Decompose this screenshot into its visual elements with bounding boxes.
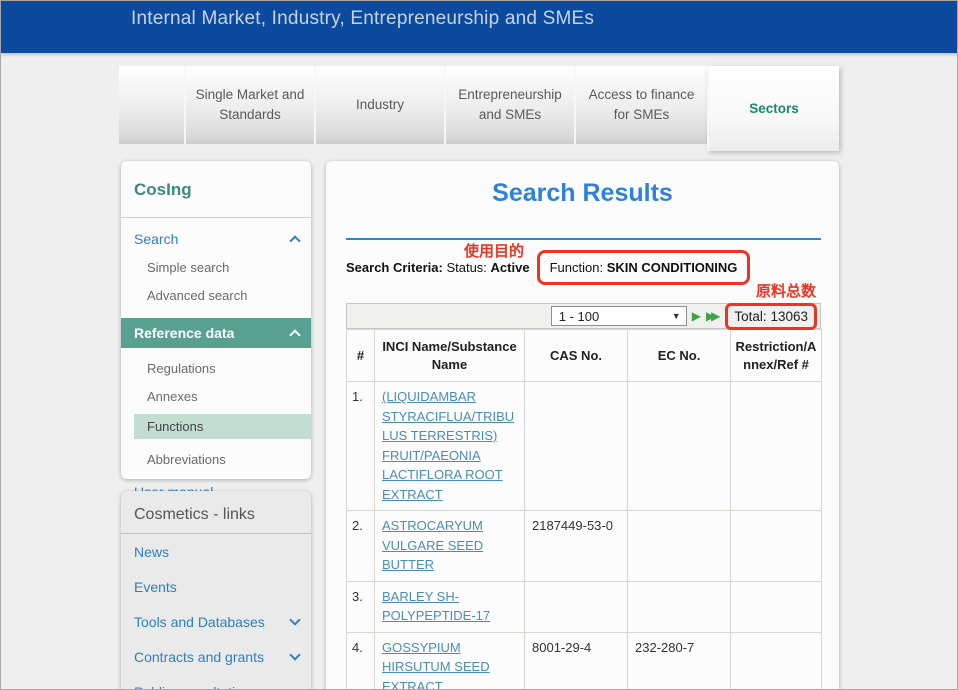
row-number: 4. xyxy=(347,632,375,690)
annotation-box-function: Function: SKIN CONDITIONING xyxy=(537,250,751,285)
ec-number xyxy=(628,511,731,582)
table-row: 4. GOSSYPIUM HIRSUTUM SEED EXTRACT 8001-… xyxy=(347,632,822,690)
col-header-number: # xyxy=(347,330,375,382)
restriction-value xyxy=(731,632,822,690)
chevron-down-icon xyxy=(289,649,300,660)
table-row: 3. BARLEY SH-POLYPEPTIDE-17 xyxy=(347,581,822,632)
tab-access-finance[interactable]: Access to finance for SMEs xyxy=(574,66,707,144)
page-title: Search Results xyxy=(326,179,839,208)
restriction-value xyxy=(731,511,822,582)
sidebar-item-regulations[interactable]: Regulations xyxy=(121,361,311,376)
links-panel-title: Cosmetics - links xyxy=(134,506,299,524)
tab-entrepreneurship[interactable]: Entrepreneurship and SMEs xyxy=(444,66,574,144)
table-row: 1. (LIQUIDAMBAR STYRACIFLUA/TRIBULUS TER… xyxy=(347,382,822,511)
tab-blank[interactable] xyxy=(119,66,184,144)
ec-number: 232-280-7 xyxy=(628,632,731,690)
site-title: Internal Market, Industry, Entrepreneurs… xyxy=(131,8,594,30)
page-range-select[interactable]: 1 - 100 ▼ xyxy=(551,306,687,326)
link-tools-databases[interactable]: Tools and Databases xyxy=(121,604,311,639)
ingredient-link[interactable]: (LIQUIDAMBAR STYRACIFLUA/TRIBULUS TERRES… xyxy=(382,389,514,502)
col-header-inci-name: INCI Name/Substance Name xyxy=(375,330,525,382)
cas-number xyxy=(525,581,628,632)
ingredient-link[interactable]: BARLEY SH-POLYPEPTIDE-17 xyxy=(382,589,490,624)
sidebar-item-abbreviations[interactable]: Abbreviations xyxy=(121,452,311,467)
select-caret-icon: ▼ xyxy=(672,311,681,321)
main-nav-tabs: Single Market and Standards Industry Ent… xyxy=(119,66,839,151)
annotation-box-total: Total: 13063 xyxy=(725,303,817,330)
ec-number xyxy=(628,382,731,511)
chevron-up-icon xyxy=(289,329,300,340)
col-header-cas: CAS No. xyxy=(525,330,628,382)
sidebar-item-advanced-search[interactable]: Advanced search xyxy=(121,288,311,303)
ec-number xyxy=(628,581,731,632)
sidebar-section-search[interactable]: Search xyxy=(134,231,299,247)
ingredient-link[interactable]: GOSSYPIUM HIRSUTUM SEED EXTRACT xyxy=(382,640,490,690)
next-page-icon[interactable]: ▶ xyxy=(692,310,701,322)
cas-number: 8001-29-4 xyxy=(525,632,628,690)
table-row: 2. ASTROCARYUM VULGARE SEED BUTTER 21874… xyxy=(347,511,822,582)
sidebar-section-reference-data[interactable]: Reference data xyxy=(121,318,311,348)
tab-sectors[interactable]: Sectors xyxy=(707,66,839,151)
cosmetics-links-panel: Cosmetics - links News Events Tools and … xyxy=(121,491,311,690)
cosing-search-results-page: Internal Market, Industry, Entrepreneurs… xyxy=(0,0,958,690)
function-label: Function: xyxy=(550,260,603,275)
title-divider xyxy=(346,238,821,240)
link-events[interactable]: Events xyxy=(121,569,311,604)
sidebar-title: CosIng xyxy=(134,180,311,200)
pagination-bar: 1 - 100 ▼ ▶ ▶▶ Total: 13063 xyxy=(346,303,821,329)
col-header-ec: EC No. xyxy=(628,330,731,382)
sidebar-item-functions[interactable]: Functions xyxy=(134,414,311,439)
sidebar-divider xyxy=(121,217,311,218)
annotation-total-note: 原料总数 xyxy=(756,280,816,301)
criteria-label: Search Criteria: xyxy=(346,260,443,275)
results-table: # INCI Name/Substance Name CAS No. EC No… xyxy=(346,329,822,690)
search-criteria-line: Search Criteria: Status: Active Function… xyxy=(346,247,750,287)
total-label: Total: xyxy=(734,309,766,324)
col-header-restriction: Restriction/Annex/Ref # xyxy=(731,330,822,382)
row-number: 1. xyxy=(347,382,375,511)
tab-industry[interactable]: Industry xyxy=(314,66,444,144)
top-banner: Internal Market, Industry, Entrepreneurs… xyxy=(1,1,958,53)
row-number: 2. xyxy=(347,511,375,582)
sidebar-item-annexes[interactable]: Annexes xyxy=(121,389,311,404)
last-page-icon[interactable]: ▶▶ xyxy=(706,310,720,322)
sidebar-item-simple-search[interactable]: Simple search xyxy=(121,260,311,275)
search-results-panel: Search Results 使用目的 Search Criteria: Sta… xyxy=(326,161,839,690)
chevron-up-icon xyxy=(289,235,300,246)
table-header-row: # INCI Name/Substance Name CAS No. EC No… xyxy=(347,330,822,382)
restriction-value xyxy=(731,382,822,511)
link-contracts-grants[interactable]: Contracts and grants xyxy=(121,639,311,674)
function-value: SKIN CONDITIONING xyxy=(607,260,738,275)
tab-single-market[interactable]: Single Market and Standards xyxy=(184,66,314,144)
restriction-value xyxy=(731,581,822,632)
link-public-consultations[interactable]: Public consultations xyxy=(121,674,311,690)
cosing-sidebar: CosIng Search Simple search Advanced sea… xyxy=(121,161,311,479)
cas-number: 2187449-53-0 xyxy=(525,511,628,582)
status-value: Active xyxy=(491,260,530,275)
row-number: 3. xyxy=(347,581,375,632)
status-label: Status: xyxy=(446,260,486,275)
cas-number xyxy=(525,382,628,511)
chevron-down-icon xyxy=(289,614,300,625)
link-news[interactable]: News xyxy=(121,534,311,569)
ingredient-link[interactable]: ASTROCARYUM VULGARE SEED BUTTER xyxy=(382,518,483,572)
total-value: 13063 xyxy=(770,309,808,324)
page-range-value: 1 - 100 xyxy=(559,309,599,324)
